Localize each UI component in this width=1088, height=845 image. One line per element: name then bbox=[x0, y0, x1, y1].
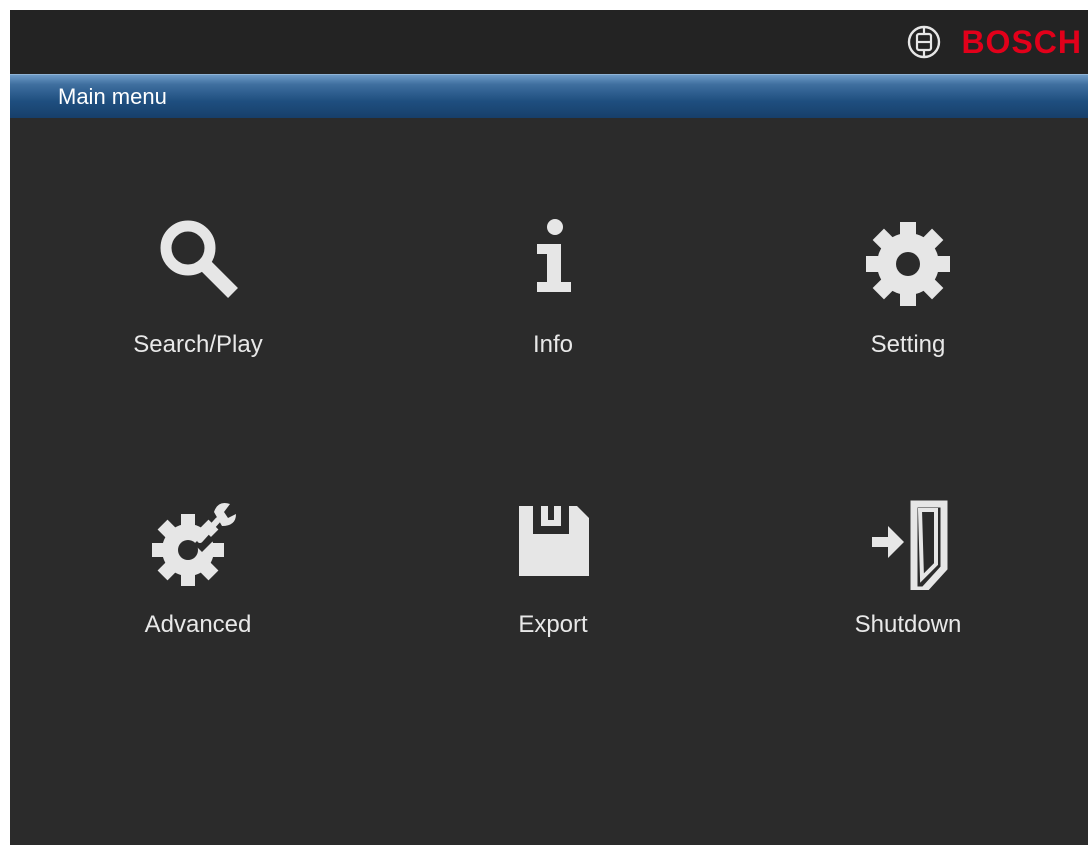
magnifier-icon bbox=[160, 220, 238, 298]
dvr-main-menu-screen: BOSCH Main menu Search/Play Info Setting… bbox=[10, 10, 1088, 845]
floppy-disk-icon bbox=[519, 506, 589, 576]
menu-item-label: Setting bbox=[870, 331, 946, 358]
page-title: Main menu bbox=[58, 84, 167, 109]
brand-logo: BOSCH bbox=[907, 22, 1082, 62]
title-bar: Main menu bbox=[10, 74, 1088, 118]
info-icon bbox=[537, 219, 571, 292]
menu-item-label: Shutdown bbox=[854, 611, 962, 638]
menu-item-label: Info bbox=[532, 331, 574, 358]
bosch-armature-icon bbox=[908, 25, 941, 59]
menu-item-setting[interactable]: Setting bbox=[778, 210, 1038, 400]
menu-item-label: Advanced bbox=[144, 611, 252, 638]
menu-item-advanced[interactable]: Advanced bbox=[68, 490, 328, 680]
menu-item-export[interactable]: Export bbox=[423, 490, 683, 680]
menu-item-label: Export bbox=[518, 611, 588, 638]
exit-door-icon bbox=[872, 500, 948, 590]
menu-item-shutdown[interactable]: Shutdown bbox=[778, 490, 1038, 680]
gear-icon bbox=[866, 222, 950, 306]
menu-item-label: Search/Play bbox=[133, 331, 263, 358]
menu-item-search-play[interactable]: Search/Play bbox=[68, 210, 328, 400]
menu-item-info[interactable]: Info bbox=[423, 210, 683, 400]
gear-wrench-icon bbox=[152, 503, 236, 586]
brand-name: BOSCH bbox=[961, 24, 1082, 60]
top-bar: BOSCH bbox=[10, 10, 1088, 74]
